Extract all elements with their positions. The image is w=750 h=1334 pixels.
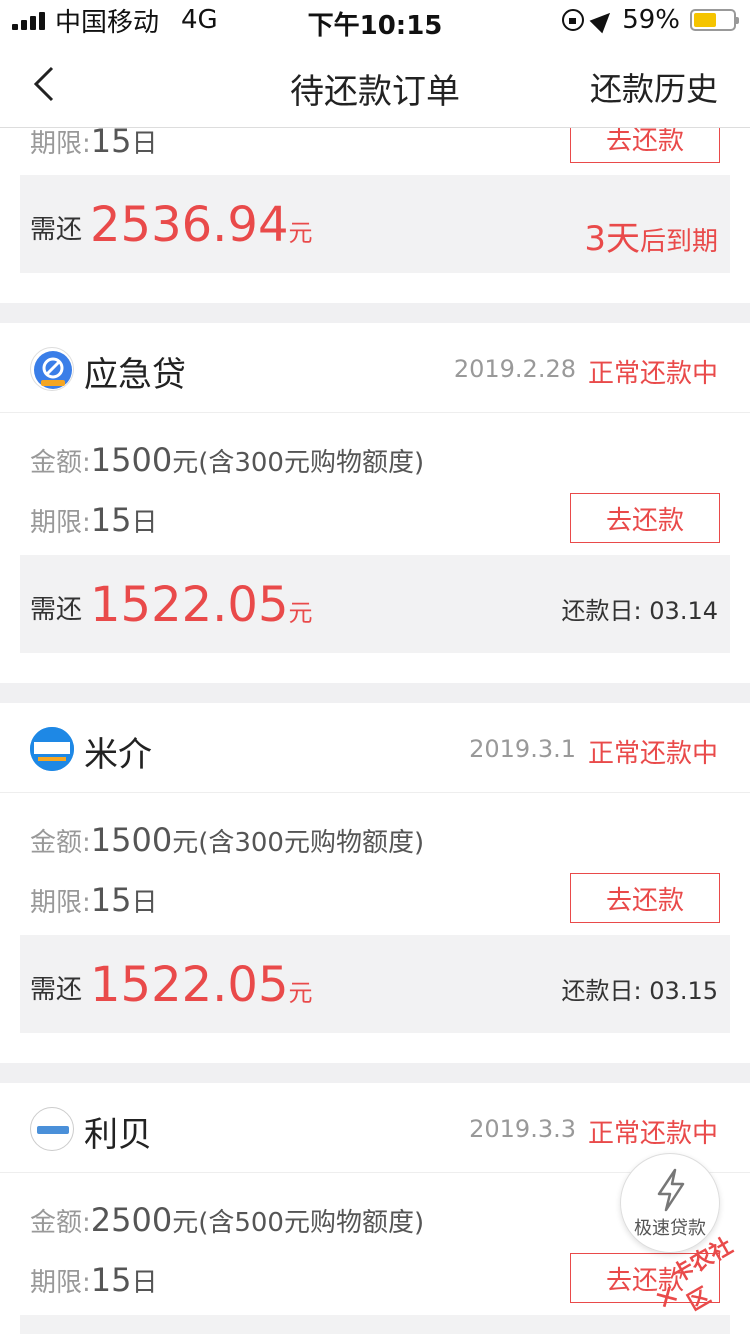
due-amount: 2536.94元 — [90, 197, 313, 253]
due-date: 还款日: 03.14 — [561, 597, 718, 625]
due-countdown: 3天后到期 — [584, 219, 718, 259]
loan-name: 米介 — [84, 735, 152, 775]
term-row: 期限:15日 — [30, 881, 158, 919]
order-date: 2019.2.28 — [453, 355, 576, 383]
rotation-lock-icon — [562, 9, 585, 31]
order-card-partial: 期限:15日 去还款 需还 2536.94元 3天后到期 — [0, 128, 750, 303]
card-header: 利贝 2019.3.3 正常还款中 — [0, 1083, 750, 1173]
due-label: 需还 — [30, 595, 83, 625]
battery-level — [694, 13, 717, 27]
app-logo — [30, 347, 74, 391]
nav-bar: 待还款订单 还款历史 — [0, 40, 750, 128]
loan-name: 应急贷 — [84, 355, 186, 395]
due-box — [20, 1315, 730, 1334]
pay-button[interactable]: 去还款 — [570, 128, 720, 163]
battery-percent: 59% — [622, 5, 680, 35]
due-box: 需还 2536.94元 3天后到期 — [20, 175, 730, 273]
due-amount: 1522.05元 — [90, 577, 313, 633]
order-date: 2019.3.3 — [469, 1115, 576, 1143]
due-label: 需还 — [30, 975, 83, 1005]
order-date: 2019.3.1 — [469, 735, 576, 763]
due-box: 需还 1522.05元 还款日: 03.14 — [20, 555, 730, 653]
order-card: 应急贷 2019.2.28 正常还款中 金额:1500元(含300元购物额度) … — [0, 323, 750, 683]
term-row: 期限:15日 — [30, 128, 158, 160]
amount-row: 金额:1500元(含300元购物额度) — [30, 821, 425, 859]
amount-row: 金额:1500元(含300元购物额度) — [30, 441, 425, 479]
due-date: 还款日: 03.15 — [561, 977, 718, 1005]
order-card: 米介 2019.3.1 正常还款中 金额:1500元(含300元购物额度) 期限… — [0, 703, 750, 1063]
due-box: 需还 1522.05元 还款日: 03.15 — [20, 935, 730, 1033]
pay-button[interactable]: 去还款 — [570, 873, 720, 923]
due-label: 需还 — [30, 215, 83, 245]
card-header: 应急贷 2019.2.28 正常还款中 — [0, 323, 750, 413]
status-bar: 中国移动 4G 下午10:15 59% — [0, 0, 750, 41]
battery-icon — [690, 9, 739, 31]
quick-loan-label: 极速贷款 — [634, 1218, 706, 1239]
status-badge: 正常还款中 — [587, 1119, 718, 1149]
location-arrow-icon — [589, 6, 617, 34]
loan-name: 利贝 — [84, 1115, 152, 1155]
order-list[interactable]: 期限:15日 去还款 需还 2536.94元 3天后到期 应急贷 2019.2.… — [0, 128, 750, 1334]
lightning-icon — [657, 1168, 685, 1212]
amount-row: 金额:2500元(含500元购物额度) — [30, 1201, 425, 1239]
pay-button[interactable]: 去还款 — [570, 493, 720, 543]
status-badge: 正常还款中 — [587, 739, 718, 769]
term-row: 期限:15日 — [30, 1261, 158, 1299]
term-row: 期限:15日 — [30, 501, 158, 539]
status-badge: 正常还款中 — [587, 359, 718, 389]
history-link[interactable]: 还款历史 — [590, 64, 718, 110]
app-logo — [30, 727, 74, 771]
due-amount: 1522.05元 — [90, 957, 313, 1013]
app-logo — [30, 1107, 74, 1151]
card-header: 米介 2019.3.1 正常还款中 — [0, 703, 750, 793]
